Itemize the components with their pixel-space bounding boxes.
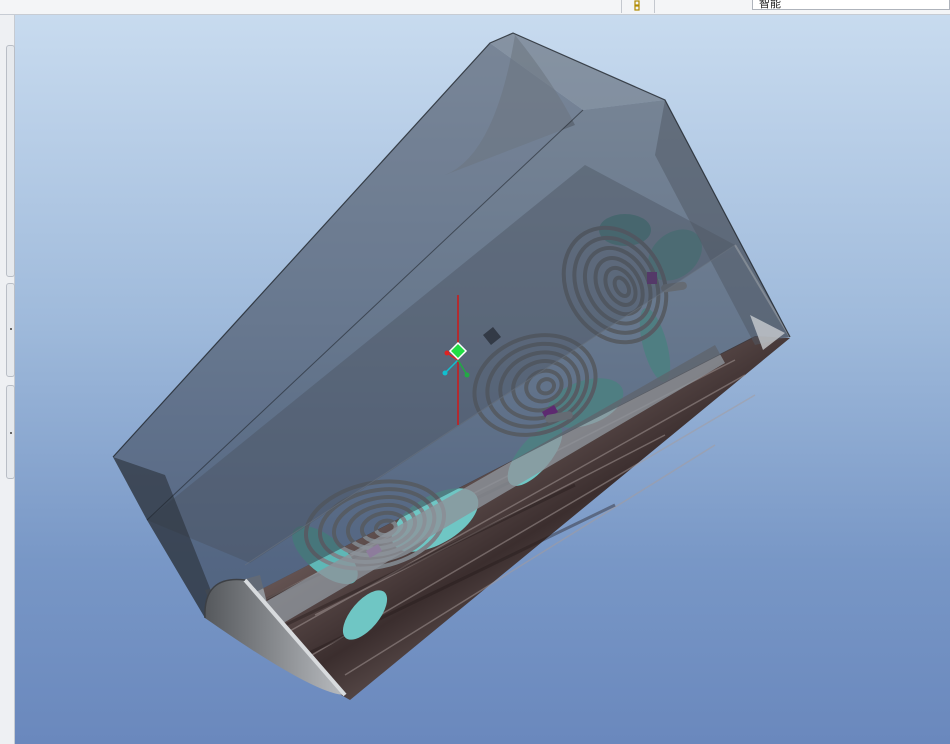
filter-selector-field[interactable]: 智能 (752, 0, 950, 10)
toolbar-separator (654, 0, 655, 13)
grip-dot (10, 328, 12, 330)
sash-glyph-icon[interactable] (633, 0, 641, 12)
top-toolbar: 智能 (0, 0, 950, 15)
panel-resize-handle[interactable] (6, 283, 15, 377)
toolbar-separator (621, 0, 622, 13)
grip-dot (10, 432, 12, 434)
panel-resize-handle[interactable] (6, 45, 15, 277)
3d-model-scene[interactable] (15, 15, 950, 744)
left-sash-panel (0, 15, 15, 744)
graphics-viewport[interactable] (15, 15, 950, 744)
